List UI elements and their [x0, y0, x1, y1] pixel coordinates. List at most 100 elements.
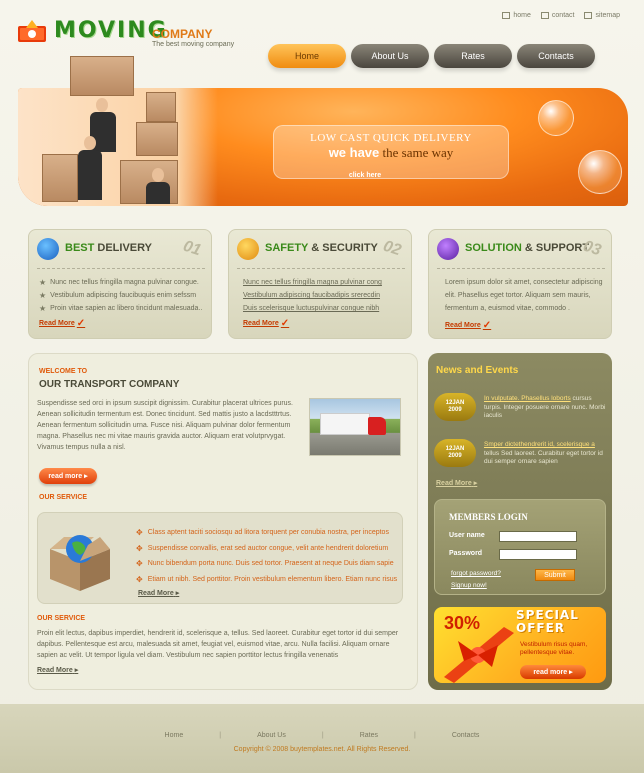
top-link-sitemap[interactable]: sitemap	[584, 12, 620, 19]
special-title: SPECIAL OFFER	[516, 608, 579, 635]
username-input[interactable]	[499, 531, 577, 542]
bubble-decoration	[578, 150, 622, 194]
date-badge: 12JAN 2009	[434, 393, 476, 421]
feature-list: ★ Nunc nec tellus fringilla magna pulvina…	[39, 276, 207, 330]
feature-best-delivery: BEST DELIVERY 01 ★ Nunc nec tellus fringi…	[28, 229, 212, 339]
arrow-right-icon: ▸	[569, 669, 573, 676]
footer-link-home[interactable]: Home	[165, 732, 184, 739]
username-label: User name	[449, 532, 485, 539]
check-icon: ✓	[280, 318, 290, 329]
footer-link-rates[interactable]: Rates	[360, 732, 378, 739]
feature-text: Lorem ipsum dolor sit amet, consectetur …	[445, 279, 603, 312]
truck-image	[309, 398, 401, 456]
login-box: MEMBERS LOGIN User name Password forgot …	[434, 499, 606, 595]
separator: |	[219, 732, 222, 739]
service-box: ✥ Class aptent taciti sociosqu ad litora …	[37, 512, 403, 604]
news-link[interactable]: In vulputate. Phasellus loborts	[484, 395, 571, 402]
tagline: The best moving company	[152, 41, 235, 48]
service-paragraph: Proin elit lectus, dapibus imperdiet, he…	[37, 630, 399, 659]
news-title: News and Events	[436, 365, 519, 376]
special-text: Vestibulum risus quam, pellentesque vita…	[520, 641, 588, 656]
bubble-decoration	[538, 100, 574, 136]
list-item: ★ Nunc nec tellus fringilla magna pulvina…	[39, 278, 199, 287]
move-icon: ✥	[136, 543, 143, 553]
feature-solution-support: SOLUTION & SUPPORT 03 Lorem ipsum dolor …	[428, 229, 612, 339]
movers-image	[36, 56, 196, 206]
feature-safety-security: SAFETY & SECURITY 02 Nunc nec tellus fri…	[228, 229, 412, 339]
list-item[interactable]: Nunc nec tellus fringilla magna pulvinar…	[243, 276, 411, 289]
arrow-right-icon: ▸	[84, 473, 88, 480]
copyright: Copyright © 2008 buytemplates.net. All R…	[233, 746, 411, 753]
list-item[interactable]: Duis scelerisque luctuspulvinar congue n…	[243, 302, 411, 315]
divider	[437, 268, 605, 269]
footer-link-contacts[interactable]: Contacts	[452, 732, 480, 739]
news-item: Smper dictethendrerit id, scelerisque a …	[484, 441, 603, 465]
news-read-more[interactable]: Read More ▸	[436, 479, 477, 487]
main-nav: Home About Us Rates Contacts	[268, 44, 595, 68]
logo-company: COMPANY	[152, 27, 213, 41]
list-item: ✥ Class aptent taciti sociosqu ad litora …	[136, 525, 397, 541]
star-icon: ★	[39, 291, 47, 300]
news-link[interactable]: Smper dictethendrerit id, scelerisque a	[484, 441, 595, 448]
logo-text[interactable]: MOVING	[54, 18, 168, 43]
read-more-link[interactable]: Read More ✓	[39, 317, 207, 330]
star-icon: ★	[39, 278, 47, 287]
service-list: ✥ Class aptent taciti sociosqu ad litora …	[136, 525, 397, 587]
mail-icon	[540, 12, 549, 19]
read-more-button[interactable]: read more ▸	[39, 468, 97, 484]
feature-title: BEST DELIVERY	[65, 242, 153, 254]
sidebar: News and Events 12JAN 2009 In vulputate. …	[428, 353, 612, 690]
arrow-right-icon: ▸	[74, 667, 79, 674]
nav-rates[interactable]: Rates	[434, 44, 512, 68]
banner-cta[interactable]: click here	[330, 172, 400, 179]
footer-nav: Home | About Us | Rates | Contacts	[0, 732, 644, 739]
move-icon: ✥	[136, 528, 143, 537]
ribbon-bow-icon	[444, 627, 514, 683]
separator: |	[321, 732, 324, 739]
check-icon: ✓	[482, 320, 492, 331]
nav-about-us[interactable]: About Us	[351, 44, 429, 68]
special-offer: 30% SPECIAL OFFER Vestibulum risus quam, …	[434, 607, 606, 683]
move-icon: ✥	[136, 559, 143, 568]
feature-list: Nunc nec tellus fringilla magna pulvinar…	[243, 276, 411, 330]
list-item: ✥ Etiam ut nibh. Sed porttitor. Proin ves…	[136, 572, 397, 588]
special-read-more-button[interactable]: read more ▸	[520, 665, 586, 679]
divider	[37, 268, 205, 269]
separator: |	[413, 732, 416, 739]
read-more-link[interactable]: Read More ✓	[445, 320, 491, 331]
service2-read-more[interactable]: Read More ▸	[37, 666, 78, 674]
nav-contacts[interactable]: Contacts	[517, 44, 595, 68]
discount-percent: 30%	[444, 613, 481, 633]
password-input[interactable]	[499, 549, 577, 560]
logo-icon[interactable]	[16, 16, 48, 44]
list-item: ★ Vestibulum adipiscing faucibuquis enim …	[39, 291, 197, 300]
arrow-right-icon: ▸	[473, 480, 478, 487]
forgot-password-link[interactable]: forgot password?	[451, 570, 501, 577]
star-icon: ★	[39, 304, 47, 313]
login-title: MEMBERS LOGIN	[449, 512, 528, 522]
nav-home[interactable]: Home	[268, 44, 346, 68]
cart-icon	[584, 12, 593, 19]
submit-button[interactable]: Submit	[535, 569, 575, 581]
password-label: Password	[449, 550, 483, 557]
service-read-more[interactable]: Read More ▸	[138, 589, 179, 597]
molecule-icon	[437, 238, 459, 260]
footer-link-about[interactable]: About Us	[257, 732, 286, 739]
welcome-label: WELCOME TO	[39, 368, 88, 375]
top-links: home contact sitemap	[502, 12, 620, 19]
feature-number: 03	[581, 237, 604, 260]
service-title-2: OUR SERVICE	[37, 615, 86, 622]
signup-link[interactable]: Signup now!	[451, 582, 487, 589]
feature-number: 02	[381, 237, 404, 260]
list-item: ✥ Nunc bibendum porta nunc. Duis sed tort…	[136, 556, 397, 572]
read-more-link[interactable]: Read More ✓	[243, 317, 411, 330]
feature-number: 01	[181, 237, 204, 260]
news-item: In vulputate. Phasellus loborts cursus t…	[484, 395, 606, 419]
list-item: ✥ Suspendisse convallis, erat sed auctor …	[136, 541, 397, 557]
move-icon: ✥	[136, 574, 143, 584]
banner-line1: LOW CAST QUICK DELIVERY	[310, 132, 472, 144]
list-item[interactable]: Vestibulum adipiscing faucibadipis srere…	[243, 289, 411, 302]
top-link-home[interactable]: home	[502, 12, 531, 19]
banner-line2: we have the same way	[328, 145, 454, 160]
top-link-contact[interactable]: contact	[540, 12, 574, 19]
